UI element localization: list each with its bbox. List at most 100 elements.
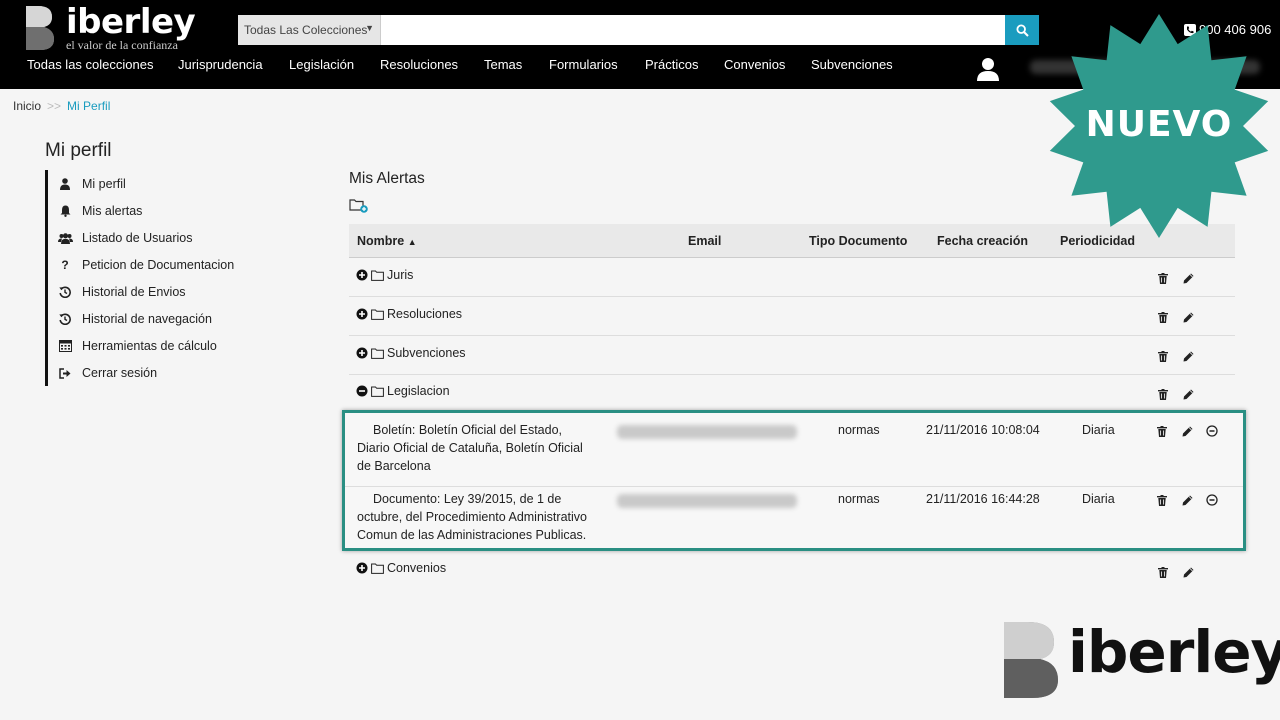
watermark-logo-mark-icon xyxy=(1004,622,1058,698)
nav-todas-colecciones[interactable]: Todas las colecciones xyxy=(27,57,153,72)
user-account-icon[interactable] xyxy=(977,57,999,81)
nav-convenios[interactable]: Convenios xyxy=(724,57,785,72)
sidebar-item-label: Historial de navegación xyxy=(82,312,212,326)
alert-fecha: 21/11/2016 10:08:04 xyxy=(926,423,1040,437)
sidebar-item-label: Listado de Usuarios xyxy=(82,231,193,245)
alert-actions xyxy=(1154,492,1220,508)
nav-resoluciones[interactable]: Resoluciones xyxy=(380,57,458,72)
column-nombre[interactable]: Nombre ▲ xyxy=(357,234,417,248)
nav-subvenciones[interactable]: Subvenciones xyxy=(811,57,893,72)
sidebar-item-label: Historial de Envios xyxy=(82,285,186,299)
calculator-icon xyxy=(56,340,74,352)
sidebar-item-listado-usuarios[interactable]: Listado de Usuarios xyxy=(56,228,192,248)
nav-legislacion[interactable]: Legislación xyxy=(289,57,354,72)
sidebar-item-label: Cerrar sesión xyxy=(82,366,158,380)
folder-toggle[interactable]: Legislacion xyxy=(356,384,450,398)
breadcrumb-home[interactable]: Inicio xyxy=(13,99,41,113)
collapse-circle-icon[interactable] xyxy=(1204,423,1220,439)
sidebar-item-mi-perfil[interactable]: Mi perfil xyxy=(56,174,126,194)
sidebar-menu: Mi perfil Mis alertas Listado de Usuario… xyxy=(45,170,285,386)
folder-row-convenios: Convenios xyxy=(349,553,1235,589)
folder-name: Subvenciones xyxy=(387,346,466,360)
search-icon xyxy=(1015,23,1029,37)
delete-trash-icon[interactable] xyxy=(1154,423,1170,439)
logout-icon xyxy=(56,367,74,379)
folder-toggle[interactable]: Convenios xyxy=(356,561,446,575)
row-actions xyxy=(1155,564,1196,580)
history-icon xyxy=(56,313,74,325)
alert-periodicidad: Diaria xyxy=(1082,492,1115,506)
collapse-circle-icon[interactable] xyxy=(1204,492,1220,508)
nav-temas[interactable]: Temas xyxy=(484,57,522,72)
search-button[interactable] xyxy=(1005,15,1039,45)
folder-toggle[interactable]: Juris xyxy=(356,268,413,282)
row-actions xyxy=(1155,348,1196,364)
page-title: Mis Alertas xyxy=(349,170,425,187)
folder-toggle[interactable]: Resoluciones xyxy=(356,307,462,321)
edit-pencil-icon[interactable] xyxy=(1179,423,1195,439)
edit-pencil-icon[interactable] xyxy=(1179,492,1195,508)
alert-row[interactable]: Documento: Ley 39/2015, de 1 de octubre,… xyxy=(345,490,1243,548)
collection-select[interactable]: Todas Las Colecciones ▼ xyxy=(238,15,381,45)
search-bar: Todas Las Colecciones ▼ xyxy=(238,15,1039,45)
delete-trash-icon[interactable] xyxy=(1154,492,1170,508)
sidebar-item-cerrar-sesion[interactable]: Cerrar sesión xyxy=(56,363,157,383)
history-icon xyxy=(56,286,74,298)
folder-name: Convenios xyxy=(387,561,447,575)
breadcrumb: Inicio >> Mi Perfil xyxy=(13,99,110,113)
delete-trash-icon[interactable] xyxy=(1155,309,1171,325)
watermark-brand-name: iberley xyxy=(1068,618,1280,686)
sidebar-item-label: Mis alertas xyxy=(82,204,143,218)
alert-email-blurred xyxy=(617,425,797,439)
delete-trash-icon[interactable] xyxy=(1155,348,1171,364)
search-input[interactable] xyxy=(381,15,1005,45)
users-icon xyxy=(56,232,74,244)
delete-trash-icon[interactable] xyxy=(1155,564,1171,580)
delete-trash-icon[interactable] xyxy=(1155,270,1171,286)
sidebar-item-historial-navegacion[interactable]: Historial de navegación xyxy=(56,309,212,329)
folder-icon xyxy=(371,348,384,359)
sidebar-item-mis-alertas[interactable]: Mis alertas xyxy=(56,201,142,221)
sidebar-item-label: Peticion de Documentacion xyxy=(82,258,235,272)
add-folder-icon[interactable] xyxy=(349,197,369,213)
edit-pencil-icon[interactable] xyxy=(1180,386,1196,402)
folder-toggle[interactable]: Subvenciones xyxy=(356,346,466,360)
sidebar-item-historial-envios[interactable]: Historial de Envios xyxy=(56,282,186,302)
sidebar-item-label: Mi perfil xyxy=(82,177,126,191)
alert-description: Documento: Ley 39/2015, de 1 de octubre,… xyxy=(357,492,587,542)
brand-tagline: el valor de la confianza xyxy=(66,38,178,52)
brand-name: iberley xyxy=(66,2,196,42)
alert-fecha: 21/11/2016 16:44:28 xyxy=(926,492,1040,506)
plus-circle-icon xyxy=(356,308,368,320)
folder-icon xyxy=(371,563,384,574)
collection-select-value: Todas Las Colecciones xyxy=(244,23,368,37)
edit-pencil-icon[interactable] xyxy=(1180,270,1196,286)
row-actions xyxy=(1155,309,1196,325)
row-actions xyxy=(1155,386,1196,402)
delete-trash-icon[interactable] xyxy=(1155,386,1171,402)
bell-icon xyxy=(56,205,74,217)
sidebar-item-label: Herramientas de cálculo xyxy=(82,339,217,353)
nav-formularios[interactable]: Formularios xyxy=(549,57,618,72)
brand-logo[interactable]: iberley el valor de la confianza xyxy=(24,2,196,53)
user-icon xyxy=(56,178,74,190)
folder-row-legislacion: Legislacion xyxy=(349,375,1235,414)
alert-row[interactable]: Boletín: Boletín Oficial del Estado, Dia… xyxy=(345,421,1243,487)
row-actions xyxy=(1155,270,1196,286)
alert-description: Boletín: Boletín Oficial del Estado, Dia… xyxy=(357,423,583,473)
edit-pencil-icon[interactable] xyxy=(1180,348,1196,364)
edit-pencil-icon[interactable] xyxy=(1180,564,1196,580)
alert-periodicidad: Diaria xyxy=(1082,423,1115,437)
folder-name: Legislacion xyxy=(387,384,450,398)
nav-practicos[interactable]: Prácticos xyxy=(645,57,698,72)
caret-down-icon: ▼ xyxy=(365,23,374,33)
breadcrumb-current[interactable]: Mi Perfil xyxy=(67,99,110,113)
sort-up-icon: ▲ xyxy=(407,237,417,247)
logo-mark-icon xyxy=(26,6,54,50)
sidebar-item-herramientas-calculo[interactable]: Herramientas de cálculo xyxy=(56,336,217,356)
nav-jurisprudencia[interactable]: Jurisprudencia xyxy=(178,57,263,72)
edit-pencil-icon[interactable] xyxy=(1180,309,1196,325)
folder-icon xyxy=(371,386,384,397)
folder-row-resoluciones: Resoluciones xyxy=(349,297,1235,336)
sidebar-item-peticion-documentacion[interactable]: ? Peticion de Documentacion xyxy=(56,255,234,275)
